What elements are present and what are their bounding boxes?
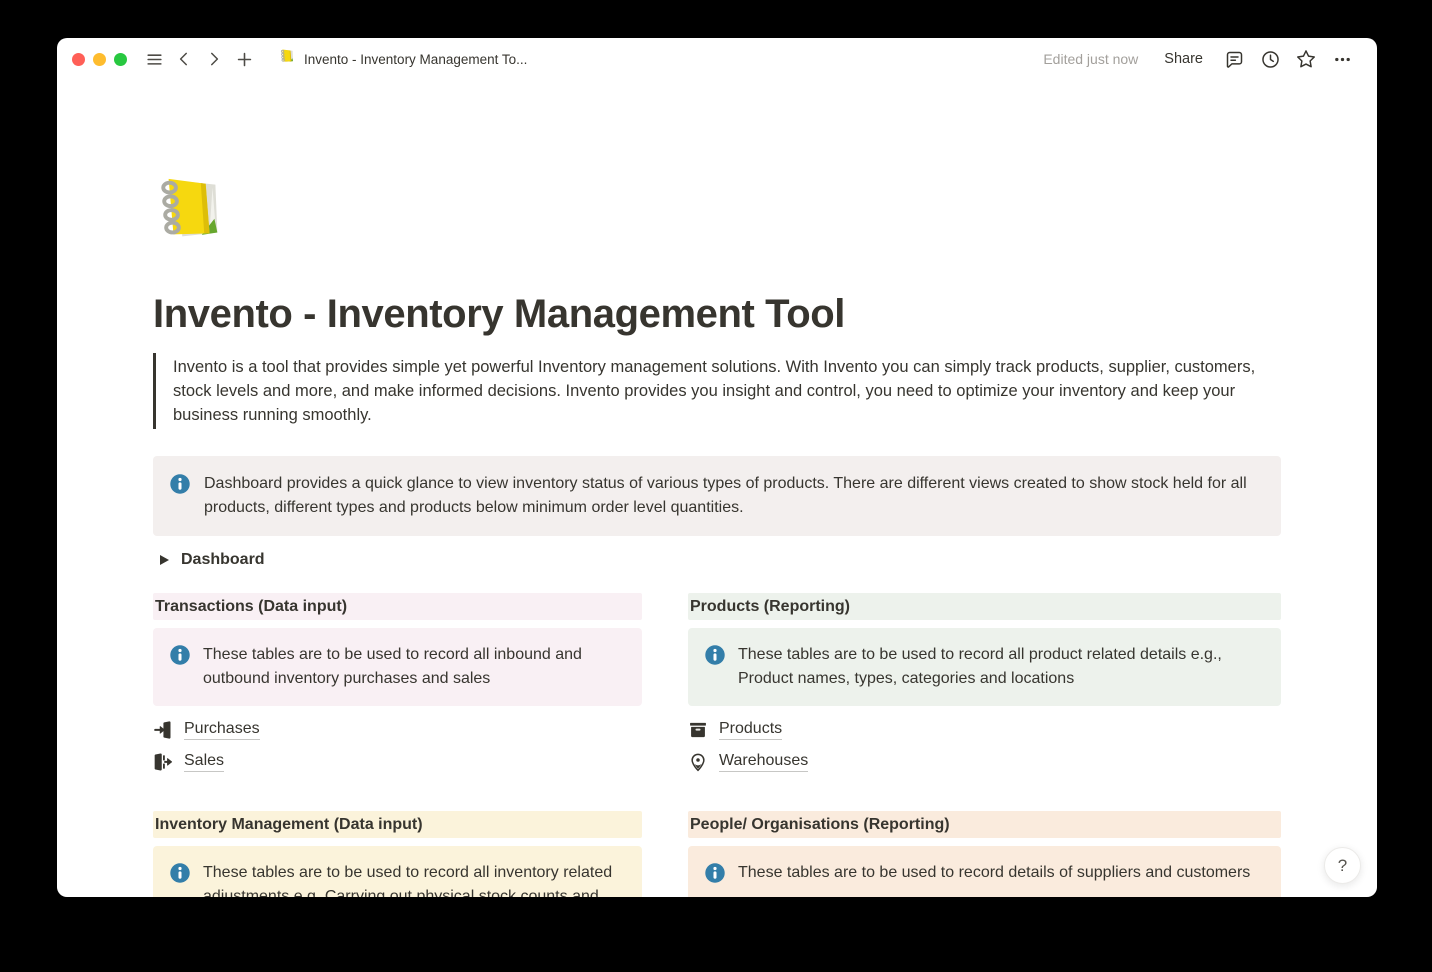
- dashboard-info-callout: Dashboard provides a quick glance to vie…: [153, 456, 1281, 536]
- purchases-page-link[interactable]: Purchases: [153, 718, 260, 742]
- section-header-inventory-management: Inventory Management (Data input): [153, 811, 642, 838]
- info-icon: [704, 643, 726, 691]
- info-icon: [169, 643, 191, 691]
- dashboard-toggle-label: Dashboard: [181, 551, 265, 569]
- left-column: Transactions (Data input) These tables a…: [153, 593, 642, 897]
- section-header-people-organisations: People/ Organisations (Reporting): [688, 811, 1281, 838]
- section-header-products: Products (Reporting): [688, 593, 1281, 620]
- section-header-transactions: Transactions (Data input): [153, 593, 642, 620]
- edited-status: Edited just now: [1043, 51, 1138, 67]
- transactions-links: Purchases Sales: [153, 718, 642, 774]
- back-icon[interactable]: [171, 46, 197, 72]
- breadcrumb[interactable]: Invento - Inventory Management To...: [279, 48, 527, 70]
- archive-box-icon: [688, 720, 708, 740]
- notion-window: Invento - Inventory Management To... Edi…: [57, 38, 1377, 897]
- window-page-title: Invento - Inventory Management To...: [304, 52, 527, 67]
- right-column: Products (Reporting) These tables are to…: [688, 593, 1281, 897]
- traffic-lights: [72, 53, 127, 66]
- products-links: Products Warehouses: [688, 718, 1281, 774]
- dashboard-toggle[interactable]: Dashboard: [153, 548, 267, 572]
- transactions-callout-text: These tables are to be used to record al…: [203, 643, 626, 691]
- info-icon: [169, 861, 191, 897]
- page-content: Invento - Inventory Management Tool Inve…: [57, 80, 1377, 897]
- minimize-window-button[interactable]: [93, 53, 106, 66]
- door-exit-icon: [153, 752, 173, 772]
- sales-link-label: Sales: [184, 752, 224, 772]
- history-icon[interactable]: [1257, 46, 1283, 72]
- share-button[interactable]: Share: [1156, 47, 1211, 71]
- comments-icon[interactable]: [1221, 46, 1247, 72]
- new-page-icon[interactable]: [231, 46, 257, 72]
- sidebar-menu-icon[interactable]: [141, 46, 167, 72]
- warehouses-link-label: Warehouses: [719, 752, 808, 772]
- dashboard-info-text: Dashboard provides a quick glance to vie…: [204, 472, 1265, 520]
- location-pin-icon: [688, 752, 708, 772]
- fullscreen-window-button[interactable]: [114, 53, 127, 66]
- products-callout: These tables are to be used to record al…: [688, 628, 1281, 706]
- close-window-button[interactable]: [72, 53, 85, 66]
- door-enter-icon: [153, 720, 173, 740]
- nav-controls: [141, 46, 257, 72]
- two-column-layout: Transactions (Data input) These tables a…: [153, 593, 1281, 897]
- purchases-link-label: Purchases: [184, 720, 260, 740]
- page-title: Invento - Inventory Management Tool: [153, 292, 1281, 337]
- warehouses-page-link[interactable]: Warehouses: [688, 750, 808, 774]
- info-icon: [704, 861, 726, 892]
- products-page-link[interactable]: Products: [688, 718, 782, 742]
- people-organisations-callout-text: These tables are to be used to record de…: [738, 861, 1250, 892]
- inventory-management-callout-text: These tables are to be used to record al…: [203, 861, 626, 897]
- toggle-triangle-icon: [160, 555, 169, 565]
- products-link-label: Products: [719, 720, 782, 740]
- sales-page-link[interactable]: Sales: [153, 750, 224, 774]
- help-button[interactable]: ?: [1324, 847, 1361, 884]
- more-options-icon[interactable]: [1329, 46, 1355, 72]
- transactions-callout: These tables are to be used to record al…: [153, 628, 642, 706]
- products-callout-text: These tables are to be used to record al…: [738, 643, 1265, 691]
- inventory-management-callout: These tables are to be used to record al…: [153, 846, 642, 897]
- forward-icon[interactable]: [201, 46, 227, 72]
- window-titlebar: Invento - Inventory Management To... Edi…: [57, 38, 1377, 80]
- page-icon-notebook[interactable]: [153, 172, 231, 250]
- favorite-star-icon[interactable]: [1293, 46, 1319, 72]
- intro-quote: Invento is a tool that provides simple y…: [153, 353, 1265, 429]
- people-organisations-callout: These tables are to be used to record de…: [688, 846, 1281, 897]
- page-emoji-icon: [279, 48, 296, 70]
- titlebar-actions: Edited just now Share: [1043, 46, 1355, 72]
- info-icon: [169, 472, 191, 520]
